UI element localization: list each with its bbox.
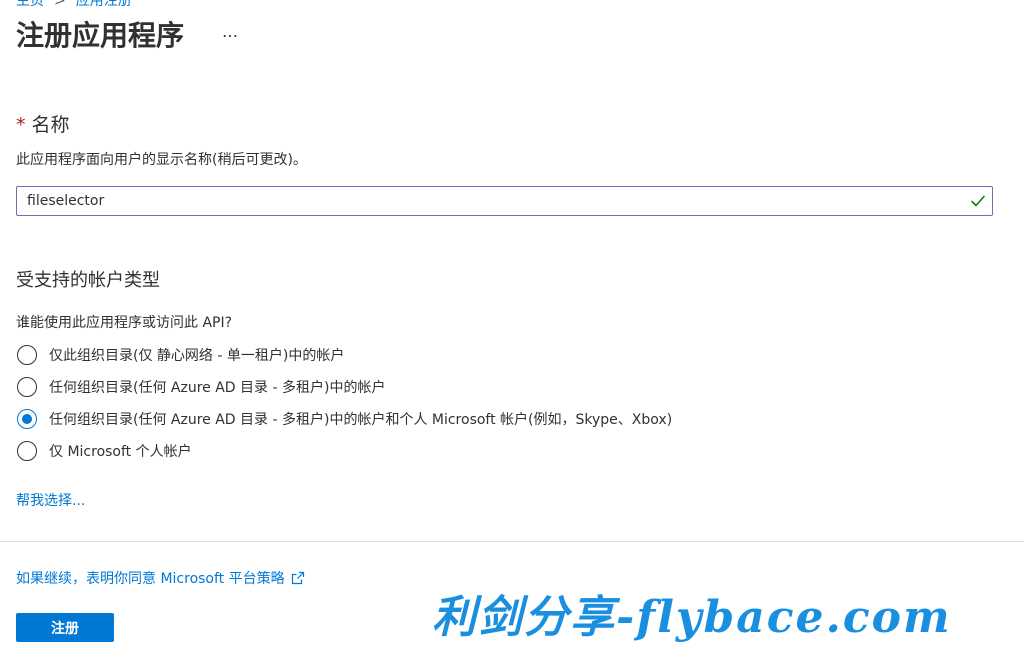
breadcrumb-home-link[interactable]: 主页 [16,0,44,9]
name-field-description: 此应用程序面向用户的显示名称(稍后可更改)。 [16,152,307,168]
account-types-title: 受支持的帐户类型 [16,270,160,291]
more-options-icon[interactable]: … [222,22,239,41]
radio-button[interactable] [17,345,37,365]
account-type-option-multi-tenant[interactable]: 任何组织目录(任何 Azure AD 目录 - 多租户)中的帐户 [17,375,385,399]
name-input-container [16,186,993,216]
account-type-option-multi-tenant-personal[interactable]: 任何组织目录(任何 Azure AD 目录 - 多租户)中的帐户和个人 Micr… [17,407,672,431]
account-type-option-single-tenant[interactable]: 仅此组织目录(仅 静心网络 - 单一租户)中的帐户 [17,343,344,367]
radio-label: 仅此组织目录(仅 静心网络 - 单一租户)中的帐户 [49,348,345,364]
name-label-text: 名称 [31,114,70,136]
radio-label: 任何组织目录(任何 Azure AD 目录 - 多租户)中的帐户 [49,380,386,396]
radio-button-selected[interactable] [17,409,37,429]
breadcrumb-separator: > [54,0,66,9]
account-types-question: 谁能使用此应用程序或访问此 API? [16,315,233,331]
account-type-option-personal-only[interactable]: 仅 Microsoft 个人帐户 [17,439,192,463]
footer-divider [0,541,1024,542]
platform-policy-link[interactable]: 如果继续，表明你同意 Microsoft 平台策略 [16,568,305,588]
help-me-choose-link[interactable]: 帮我选择... [16,490,85,510]
external-link-icon [291,571,304,585]
page-title: 注册应用程序 [16,19,185,52]
checkmark-icon [971,195,985,207]
platform-policy-text: 如果继续，表明你同意 Microsoft 平台策略 [16,571,285,587]
required-marker: * [16,114,26,136]
radio-label: 仅 Microsoft 个人帐户 [49,444,192,460]
name-input[interactable] [17,187,957,215]
name-field-label: * 名称 [16,110,70,137]
breadcrumb: 主页 > 应用注册 [16,0,132,10]
radio-label: 任何组织目录(任何 Azure AD 目录 - 多租户)中的帐户和个人 Micr… [49,412,673,428]
radio-button[interactable] [17,441,37,461]
radio-button[interactable] [17,377,37,397]
watermark-text: 利剑分享-flybace.com [432,592,952,643]
register-button[interactable]: 注册 [16,613,114,642]
breadcrumb-app-registrations-link[interactable]: 应用注册 [76,0,132,9]
